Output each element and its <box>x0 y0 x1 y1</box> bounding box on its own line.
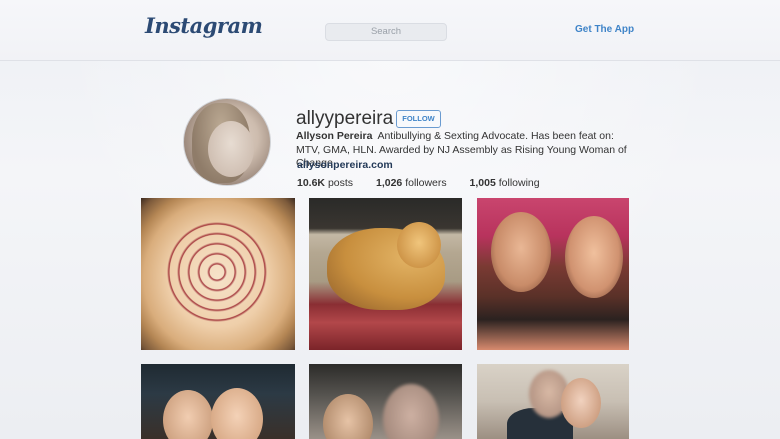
profile-full-name: Allyson Pereira <box>296 130 373 142</box>
profile-stats: 10.6K posts 1,026 followers 1,005 follow… <box>297 177 560 189</box>
photo-tile-group-blurred[interactable] <box>309 364 462 439</box>
person-blurred <box>383 384 439 439</box>
photo-tile-friends-selfie[interactable] <box>141 364 295 439</box>
posts-count: 10.6K <box>297 177 326 189</box>
person-right <box>211 388 263 439</box>
photo-tile-dog[interactable] <box>309 198 462 350</box>
following-label: following <box>498 177 540 189</box>
profile-avatar <box>183 98 271 186</box>
profile-username: allyypereira <box>296 108 394 129</box>
profile-website-link[interactable]: allysonpereira.com <box>297 159 393 171</box>
following-stat[interactable]: 1,005 following <box>470 177 540 189</box>
instagram-logo[interactable]: Instagram <box>145 13 263 38</box>
person-right <box>565 216 623 298</box>
dog-head <box>397 222 441 268</box>
followers-stat[interactable]: 1,026 followers <box>376 177 447 189</box>
avatar-face <box>208 121 254 177</box>
followers-label: followers <box>405 177 447 189</box>
follow-button[interactable]: FOLLOW <box>396 110 441 128</box>
search-input[interactable]: Search <box>325 23 447 41</box>
posts-label: posts <box>327 177 354 189</box>
photo-tile-pie[interactable] <box>141 198 295 350</box>
person-left <box>323 394 373 439</box>
photo-tile-two-women[interactable] <box>477 198 629 350</box>
person-right <box>561 378 601 428</box>
person-left <box>491 212 551 292</box>
top-nav-bar: Instagram Search Get The App <box>0 0 780 61</box>
photo-tile-couple[interactable] <box>477 364 629 439</box>
pie-swirl-pattern <box>161 216 273 328</box>
posts-stat: 10.6K posts <box>297 177 353 189</box>
person-left <box>163 390 213 439</box>
get-the-app-link[interactable]: Get The App <box>575 24 634 35</box>
followers-count: 1,026 <box>375 177 403 189</box>
following-count: 1,005 <box>469 177 496 189</box>
